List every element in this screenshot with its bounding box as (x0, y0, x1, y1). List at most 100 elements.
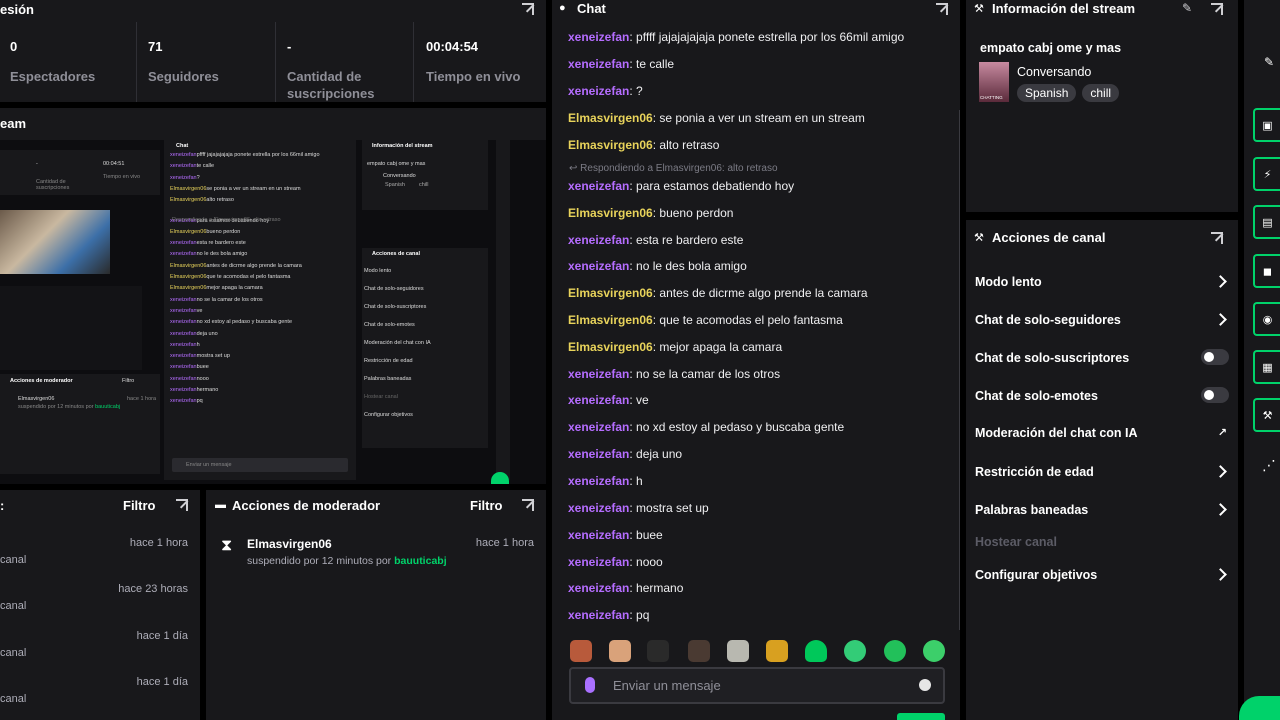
chat-username[interactable]: xeneizefan (568, 393, 629, 407)
chat-username[interactable]: Elmasvirgen06 (568, 313, 653, 327)
chat-username[interactable]: xeneizefan (568, 233, 629, 247)
chat-username[interactable]: xeneizefan (568, 30, 629, 44)
quick-action-button[interactable]: ◉ (1253, 302, 1280, 336)
chat-message[interactable]: xeneizefan: mostra set up (568, 501, 709, 515)
chat-username[interactable]: xeneizefan (568, 420, 629, 434)
chat-message[interactable]: xeneizefan: pffff jajajajajaja ponete es… (568, 30, 904, 44)
popout-icon[interactable] (176, 499, 188, 511)
channel-action-item[interactable]: Configurar objetivos (975, 568, 1229, 586)
mic-icon[interactable] (585, 677, 595, 693)
chat-message[interactable]: xeneizefan: te calle (568, 57, 674, 71)
chat-username[interactable]: Elmasvirgen06 (568, 286, 653, 300)
popout-icon[interactable] (1211, 3, 1223, 15)
quick-action-button[interactable]: ▤ (1253, 205, 1280, 239)
chat-username[interactable]: xeneizefan (568, 528, 629, 542)
chat-message[interactable]: xeneizefan: pq (568, 608, 649, 622)
chat-username[interactable]: xeneizefan (568, 84, 629, 98)
chat-username[interactable]: xeneizefan (568, 501, 629, 515)
chat-message[interactable]: xeneizefan: para estamos debatiendo hoy (568, 179, 794, 193)
chat-username[interactable]: Elmasvirgen06 (568, 206, 653, 220)
channel-action-item[interactable]: Moderación del chat con IA ↗ (975, 426, 1229, 444)
activity-item[interactable]: hace 1 día canal (0, 630, 200, 659)
stream-video[interactable]: - Cantidad de suscripciones 00:04:51 Tie… (0, 140, 546, 484)
tag-chill[interactable]: chill (1082, 84, 1120, 102)
chat-username[interactable]: xeneizefan (568, 608, 629, 622)
emote[interactable] (727, 640, 749, 662)
chat-username[interactable]: Elmasvirgen06 (568, 138, 653, 152)
chat-username[interactable]: xeneizefan (568, 367, 629, 381)
chat-username[interactable]: xeneizefan (568, 179, 629, 193)
chat-message[interactable]: Elmasvirgen06: antes de dicrme algo pren… (568, 286, 868, 300)
channel-action-item[interactable]: Restricción de edad (975, 465, 1229, 483)
chat-message[interactable]: xeneizefan: no le des bola amigo (568, 259, 747, 273)
chat-message[interactable]: Elmasvirgen06: que te acomodas el pelo f… (568, 313, 843, 327)
emote[interactable] (647, 640, 669, 662)
tag-spanish[interactable]: Spanish (1017, 84, 1077, 102)
quick-action-button[interactable]: ◼ (1253, 254, 1280, 288)
chat-scrollbar[interactable] (959, 110, 960, 630)
channel-action-item[interactable]: Palabras baneadas (975, 503, 1229, 521)
chat-username[interactable]: xeneizefan (568, 57, 629, 71)
category-name[interactable]: Conversando (1017, 65, 1091, 79)
activity-item[interactable]: hace 23 horas canal (0, 583, 200, 612)
chat-message[interactable]: Elmasvirgen06: mejor apaga la camara (568, 340, 782, 354)
quick-action-button[interactable]: ▦ (1253, 350, 1280, 384)
chat-message[interactable]: Elmasvirgen06: bueno perdon (568, 206, 733, 220)
chat-message[interactable]: xeneizefan: no se la camar de los otros (568, 367, 780, 381)
popout-icon[interactable] (1211, 232, 1223, 244)
emote[interactable] (844, 640, 866, 662)
chat-message[interactable]: xeneizefan: esta re bardero este (568, 233, 743, 247)
popout-icon[interactable] (936, 3, 948, 15)
chat-message[interactable]: xeneizefan: hermano (568, 581, 683, 595)
moderator-filter[interactable]: Filtro (470, 498, 503, 513)
chat-username[interactable]: xeneizefan (568, 581, 629, 595)
chat-message[interactable]: xeneizefan: buee (568, 528, 663, 542)
popout-icon[interactable] (522, 3, 534, 15)
chat-message[interactable]: Elmasvirgen06: alto retraso (568, 138, 719, 152)
emote[interactable] (884, 640, 906, 662)
quick-action-button[interactable]: ⚡ (1253, 157, 1280, 191)
mini-live-dot (491, 472, 509, 484)
chat-username[interactable]: Elmasvirgen06 (568, 111, 653, 125)
chat-message[interactable]: Elmasvirgen06: se ponia a ver un stream … (568, 111, 865, 125)
chat-input[interactable]: Enviar un mensaje (569, 667, 945, 704)
activity-item[interactable]: hace 1 día canal (0, 676, 200, 705)
share-icon[interactable]: ⋰ (1262, 457, 1276, 474)
chat-message[interactable]: xeneizefan: no xd estoy al pedaso y busc… (568, 420, 844, 434)
quick-action-button[interactable]: ⚒ (1253, 398, 1280, 432)
chat-username[interactable]: xeneizefan (568, 447, 629, 461)
emote[interactable] (570, 640, 592, 662)
chat-username[interactable]: xeneizefan (568, 259, 629, 273)
toggle-switch[interactable] (1201, 387, 1229, 403)
popout-icon[interactable] (522, 499, 534, 511)
send-button[interactable] (897, 713, 945, 720)
moderator-by[interactable]: bauuticabj (394, 555, 447, 567)
chat-username[interactable]: xeneizefan (568, 474, 629, 488)
chat-text: nooo (636, 555, 663, 569)
chat-message[interactable]: xeneizefan: ve (568, 393, 649, 407)
channel-action-item[interactable]: Modo lento (975, 275, 1229, 293)
emote[interactable] (766, 640, 788, 662)
emote[interactable] (805, 640, 827, 662)
chat-message[interactable]: xeneizefan: nooo (568, 555, 663, 569)
pencil-icon[interactable]: ✎ (1182, 1, 1192, 15)
chat-message[interactable]: xeneizefan: deja uno (568, 447, 682, 461)
chat-username[interactable]: Elmasvirgen06 (568, 340, 653, 354)
activity-filter[interactable]: Filtro (123, 498, 156, 513)
moderator-user[interactable]: Elmasvirgen06 (247, 537, 332, 551)
channel-action-item[interactable]: Chat de solo-seguidores (975, 313, 1229, 331)
stat-value: 71 (148, 39, 163, 54)
emote[interactable] (609, 640, 631, 662)
channel-action-item[interactable]: Chat de solo-emotes (975, 387, 1229, 407)
quick-action-button[interactable]: ▣ (1253, 108, 1280, 142)
emoji-icon[interactable] (919, 679, 931, 691)
chat-username[interactable]: xeneizefan (568, 555, 629, 569)
toggle-switch[interactable] (1201, 349, 1229, 365)
activity-item[interactable]: hace 1 hora canal (0, 537, 200, 566)
chat-message[interactable]: xeneizefan: h (568, 474, 643, 488)
chat-message[interactable]: xeneizefan: ? (568, 84, 643, 98)
emote[interactable] (688, 640, 710, 662)
pencil-icon[interactable]: ✎ (1264, 55, 1274, 69)
channel-action-item[interactable]: Chat de solo-suscriptores (975, 349, 1229, 369)
emote[interactable] (923, 640, 945, 662)
